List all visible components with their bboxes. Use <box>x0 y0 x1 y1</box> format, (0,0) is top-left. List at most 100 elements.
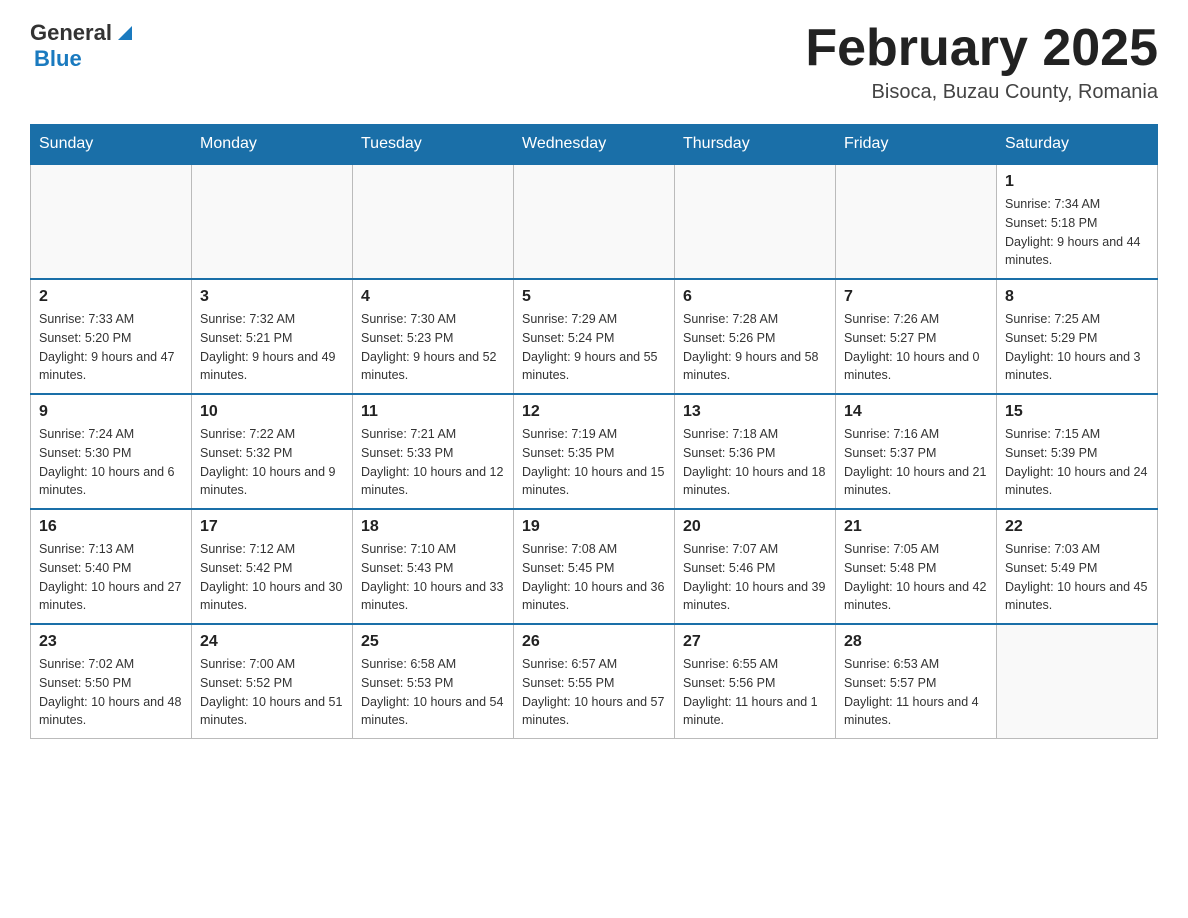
day-number: 6 <box>683 288 827 306</box>
day-info: Sunrise: 7:29 AMSunset: 5:24 PMDaylight:… <box>522 310 666 385</box>
calendar-cell: 5 Sunrise: 7:29 AMSunset: 5:24 PMDaylight… <box>514 279 675 394</box>
day-info: Sunrise: 7:22 AMSunset: 5:32 PMDaylight:… <box>200 425 344 500</box>
day-info: Sunrise: 7:18 AMSunset: 5:36 PMDaylight:… <box>683 425 827 500</box>
calendar-cell: 15Sunrise: 7:15 AMSunset: 5:39 PMDayligh… <box>997 394 1158 509</box>
day-info: Sunrise: 6:57 AMSunset: 5:55 PMDaylight:… <box>522 655 666 730</box>
calendar-cell: 11 Sunrise: 7:21 AMSunset: 5:33 PMDayligh… <box>353 394 514 509</box>
day-number: 2 <box>39 288 183 306</box>
calendar-cell <box>31 164 192 279</box>
day-number: 13 <box>683 403 827 421</box>
day-info: Sunrise: 7:34 AMSunset: 5:18 PMDaylight:… <box>1005 195 1149 270</box>
calendar-cell: 24 Sunrise: 7:00 AMSunset: 5:52 PMDayligh… <box>192 624 353 739</box>
day-number: 5 <box>522 288 666 306</box>
calendar-cell: 20Sunrise: 7:07 AMSunset: 5:46 PMDayligh… <box>675 509 836 624</box>
day-of-week-header-friday: Friday <box>836 125 997 165</box>
calendar-cell: 10 Sunrise: 7:22 AMSunset: 5:32 PMDayligh… <box>192 394 353 509</box>
location-title: Bisoca, Buzau County, Romania <box>805 81 1158 104</box>
day-info: Sunrise: 7:19 AMSunset: 5:35 PMDaylight:… <box>522 425 666 500</box>
calendar-cell <box>675 164 836 279</box>
day-info: Sunrise: 7:12 AMSunset: 5:42 PMDaylight:… <box>200 540 344 615</box>
calendar-cell: 4 Sunrise: 7:30 AMSunset: 5:23 PMDaylight… <box>353 279 514 394</box>
calendar-cell: 19Sunrise: 7:08 AMSunset: 5:45 PMDayligh… <box>514 509 675 624</box>
day-info: Sunrise: 7:21 AMSunset: 5:33 PMDaylight:… <box>361 425 505 500</box>
calendar-cell: 16Sunrise: 7:13 AMSunset: 5:40 PMDayligh… <box>31 509 192 624</box>
calendar-cell: 18 Sunrise: 7:10 AMSunset: 5:43 PMDayligh… <box>353 509 514 624</box>
calendar-cell <box>514 164 675 279</box>
day-number: 14 <box>844 403 988 421</box>
day-number: 10 <box>200 403 344 421</box>
calendar-header-row: SundayMondayTuesdayWednesdayThursdayFrid… <box>31 125 1158 165</box>
day-number: 24 <box>200 633 344 651</box>
day-number: 9 <box>39 403 183 421</box>
calendar-cell: 21 Sunrise: 7:05 AMSunset: 5:48 PMDayligh… <box>836 509 997 624</box>
day-number: 22 <box>1005 518 1149 536</box>
day-info: Sunrise: 7:00 AMSunset: 5:52 PMDaylight:… <box>200 655 344 730</box>
day-number: 26 <box>522 633 666 651</box>
day-info: Sunrise: 7:02 AMSunset: 5:50 PMDaylight:… <box>39 655 183 730</box>
logo-general-text: General <box>30 20 112 46</box>
calendar-cell: 8Sunrise: 7:25 AMSunset: 5:29 PMDaylight… <box>997 279 1158 394</box>
logo-blue-text: Blue <box>34 46 82 71</box>
day-number: 28 <box>844 633 988 651</box>
calendar-cell: 25Sunrise: 6:58 AMSunset: 5:53 PMDayligh… <box>353 624 514 739</box>
day-number: 17 <box>200 518 344 536</box>
calendar-cell <box>353 164 514 279</box>
calendar-week-row: 1Sunrise: 7:34 AMSunset: 5:18 PMDaylight… <box>31 164 1158 279</box>
day-number: 12 <box>522 403 666 421</box>
day-number: 18 <box>361 518 505 536</box>
month-title: February 2025 <box>805 20 1158 77</box>
title-block: February 2025 Bisoca, Buzau County, Roma… <box>805 20 1158 104</box>
day-of-week-header-thursday: Thursday <box>675 125 836 165</box>
logo-triangle-icon <box>114 22 136 44</box>
day-info: Sunrise: 6:55 AMSunset: 5:56 PMDaylight:… <box>683 655 827 730</box>
calendar-cell <box>192 164 353 279</box>
calendar-week-row: 16Sunrise: 7:13 AMSunset: 5:40 PMDayligh… <box>31 509 1158 624</box>
day-number: 11 <box>361 403 505 421</box>
calendar-week-row: 9 Sunrise: 7:24 AMSunset: 5:30 PMDaylight… <box>31 394 1158 509</box>
day-info: Sunrise: 7:26 AMSunset: 5:27 PMDaylight:… <box>844 310 988 385</box>
day-info: Sunrise: 7:10 AMSunset: 5:43 PMDaylight:… <box>361 540 505 615</box>
day-info: Sunrise: 7:05 AMSunset: 5:48 PMDaylight:… <box>844 540 988 615</box>
calendar-cell: 27 Sunrise: 6:55 AMSunset: 5:56 PMDayligh… <box>675 624 836 739</box>
day-info: Sunrise: 7:33 AMSunset: 5:20 PMDaylight:… <box>39 310 183 385</box>
calendar-cell: 7 Sunrise: 7:26 AMSunset: 5:27 PMDaylight… <box>836 279 997 394</box>
day-number: 3 <box>200 288 344 306</box>
calendar-week-row: 23 Sunrise: 7:02 AMSunset: 5:50 PMDayligh… <box>31 624 1158 739</box>
calendar-cell <box>836 164 997 279</box>
calendar-cell: 1Sunrise: 7:34 AMSunset: 5:18 PMDaylight… <box>997 164 1158 279</box>
calendar-cell: 17 Sunrise: 7:12 AMSunset: 5:42 PMDayligh… <box>192 509 353 624</box>
calendar-cell: 3 Sunrise: 7:32 AMSunset: 5:21 PMDaylight… <box>192 279 353 394</box>
day-number: 27 <box>683 633 827 651</box>
day-of-week-header-monday: Monday <box>192 125 353 165</box>
day-number: 16 <box>39 518 183 536</box>
day-info: Sunrise: 6:53 AMSunset: 5:57 PMDaylight:… <box>844 655 988 730</box>
day-number: 7 <box>844 288 988 306</box>
logo: General Blue <box>30 20 136 72</box>
calendar-cell: 14 Sunrise: 7:16 AMSunset: 5:37 PMDayligh… <box>836 394 997 509</box>
calendar-cell: 2 Sunrise: 7:33 AMSunset: 5:20 PMDaylight… <box>31 279 192 394</box>
calendar-table: SundayMondayTuesdayWednesdayThursdayFrid… <box>30 124 1158 739</box>
day-info: Sunrise: 7:30 AMSunset: 5:23 PMDaylight:… <box>361 310 505 385</box>
day-info: Sunrise: 7:28 AMSunset: 5:26 PMDaylight:… <box>683 310 827 385</box>
day-info: Sunrise: 7:24 AMSunset: 5:30 PMDaylight:… <box>39 425 183 500</box>
calendar-cell: 22 Sunrise: 7:03 AMSunset: 5:49 PMDayligh… <box>997 509 1158 624</box>
day-info: Sunrise: 6:58 AMSunset: 5:53 PMDaylight:… <box>361 655 505 730</box>
day-number: 21 <box>844 518 988 536</box>
page-header: General Blue February 2025 Bisoca, Buzau… <box>30 20 1158 104</box>
day-number: 19 <box>522 518 666 536</box>
calendar-cell: 26 Sunrise: 6:57 AMSunset: 5:55 PMDayligh… <box>514 624 675 739</box>
calendar-cell: 6 Sunrise: 7:28 AMSunset: 5:26 PMDaylight… <box>675 279 836 394</box>
calendar-cell: 13 Sunrise: 7:18 AMSunset: 5:36 PMDayligh… <box>675 394 836 509</box>
calendar-cell <box>997 624 1158 739</box>
day-of-week-header-saturday: Saturday <box>997 125 1158 165</box>
calendar-week-row: 2 Sunrise: 7:33 AMSunset: 5:20 PMDaylight… <box>31 279 1158 394</box>
day-info: Sunrise: 7:15 AMSunset: 5:39 PMDaylight:… <box>1005 425 1149 500</box>
day-info: Sunrise: 7:03 AMSunset: 5:49 PMDaylight:… <box>1005 540 1149 615</box>
day-number: 23 <box>39 633 183 651</box>
day-info: Sunrise: 7:32 AMSunset: 5:21 PMDaylight:… <box>200 310 344 385</box>
day-number: 4 <box>361 288 505 306</box>
day-number: 20 <box>683 518 827 536</box>
day-number: 8 <box>1005 288 1149 306</box>
day-info: Sunrise: 7:16 AMSunset: 5:37 PMDaylight:… <box>844 425 988 500</box>
calendar-cell: 12 Sunrise: 7:19 AMSunset: 5:35 PMDayligh… <box>514 394 675 509</box>
